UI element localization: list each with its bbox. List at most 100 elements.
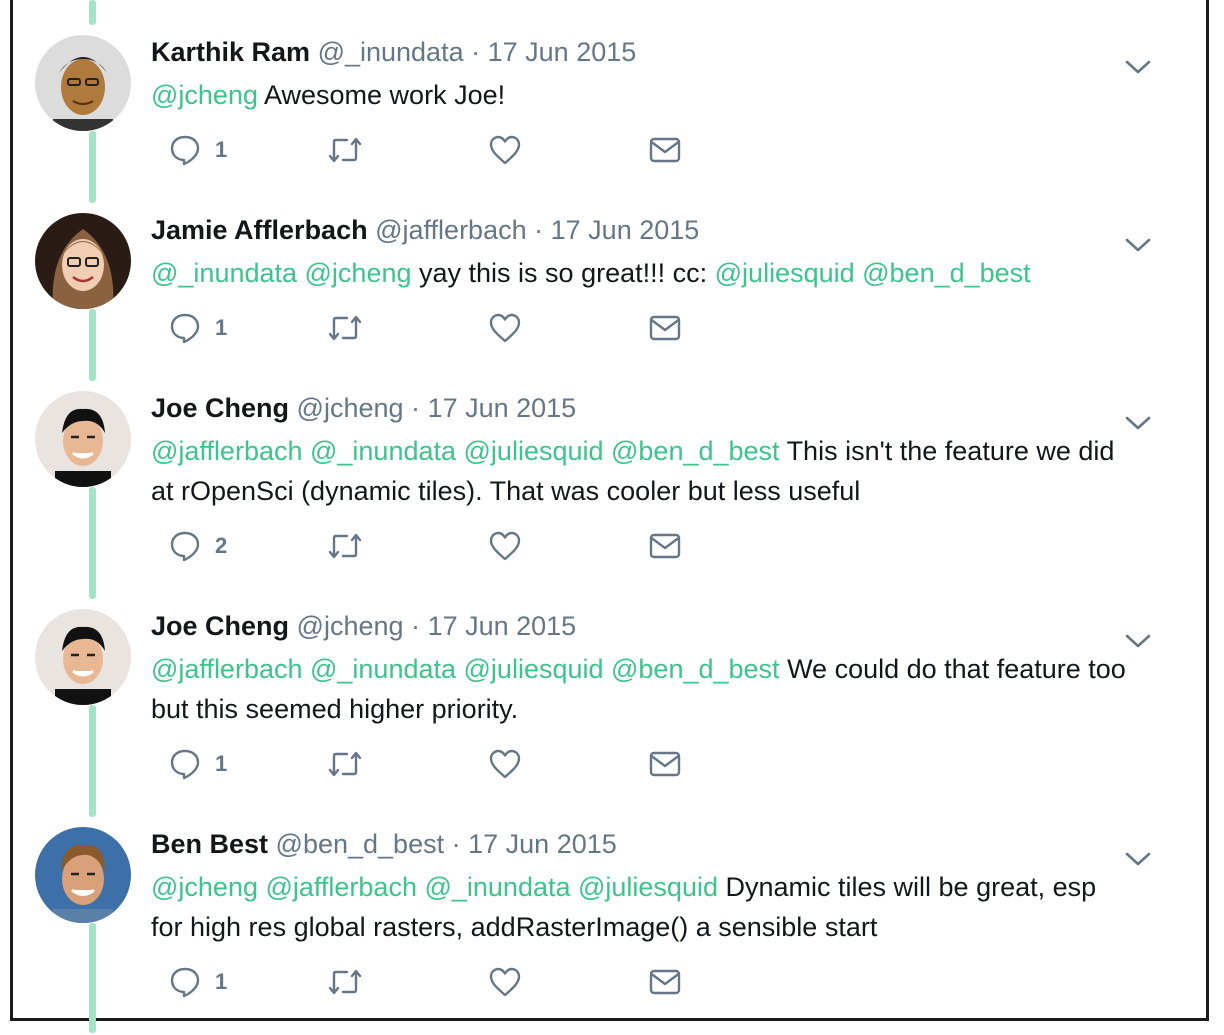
tweet[interactable]: Joe Cheng @jcheng · 17 Jun 2015 @jaffler… — [13, 381, 1212, 599]
retweet-button[interactable] — [327, 526, 363, 566]
reply-button[interactable]: 2 — [169, 526, 227, 566]
author-handle[interactable]: @jcheng — [297, 393, 404, 423]
like-button[interactable] — [488, 744, 522, 784]
tweet-text: @jcheng Awesome work Joe! — [151, 75, 1161, 115]
mention-links[interactable]: @juliesquid @ben_d_best — [715, 258, 1031, 288]
tweet[interactable]: Joe Cheng @jcheng · 17 Jun 2015 @jaffler… — [13, 599, 1212, 817]
tweet-body: This isn't the feature we did — [786, 436, 1115, 466]
avatar[interactable] — [35, 391, 131, 487]
reply-button[interactable]: 1 — [169, 744, 227, 784]
direct-message-button[interactable] — [649, 526, 681, 566]
author-name[interactable]: Karthik Ram — [151, 37, 310, 67]
tweet[interactable]: Ben Best @ben_d_best · 17 Jun 2015 @jche… — [13, 817, 1212, 1035]
mention-links[interactable]: @_inundata @jcheng — [151, 258, 412, 288]
author-handle[interactable]: @jafflerbach — [375, 215, 527, 245]
tweet-date[interactable]: 17 Jun 2015 — [488, 37, 637, 67]
avatar[interactable] — [35, 213, 131, 309]
tweet-header: Joe Cheng @jcheng · 17 Jun 2015 — [151, 609, 576, 643]
chevron-down-icon[interactable] — [1125, 59, 1151, 75]
retweet-icon — [328, 533, 362, 559]
retweet-button[interactable] — [327, 130, 363, 170]
tweet-header: Joe Cheng @jcheng · 17 Jun 2015 — [151, 391, 576, 425]
reply-button[interactable]: 1 — [169, 308, 227, 348]
retweet-icon — [328, 315, 362, 341]
retweet-button[interactable] — [327, 308, 363, 348]
reply-icon — [170, 749, 200, 780]
chevron-down-icon[interactable] — [1125, 851, 1151, 867]
direct-message-button[interactable] — [649, 308, 681, 348]
like-button[interactable] — [488, 130, 522, 170]
avatar[interactable] — [35, 35, 131, 131]
mention-links[interactable]: @jafflerbach @_inundata @juliesquid @ben… — [151, 654, 780, 684]
author-name[interactable]: Ben Best — [151, 829, 268, 859]
separator: · — [411, 393, 421, 423]
author-handle[interactable]: @ben_d_best — [276, 829, 445, 859]
like-button[interactable] — [488, 962, 522, 1002]
separator: · — [534, 215, 544, 245]
mail-icon — [649, 969, 681, 995]
tweet-header: Karthik Ram @_inundata · 17 Jun 2015 — [151, 35, 636, 69]
mail-icon — [649, 533, 681, 559]
reply-icon — [170, 531, 200, 562]
author-handle[interactable]: @jcheng — [297, 611, 404, 641]
separator: · — [471, 37, 481, 67]
reply-button[interactable]: 1 — [169, 130, 227, 170]
heart-icon — [489, 967, 521, 997]
retweet-icon — [328, 137, 362, 163]
reply-button[interactable]: 1 — [169, 962, 227, 1002]
author-name[interactable]: Jamie Afflerbach — [151, 215, 368, 245]
heart-icon — [489, 313, 521, 343]
tweet-body-line2: at rOpenSci (dynamic tiles). That was co… — [151, 476, 861, 506]
retweet-button[interactable] — [327, 962, 363, 1002]
like-button[interactable] — [488, 526, 522, 566]
author-name[interactable]: Joe Cheng — [151, 393, 289, 423]
tweet-header: Jamie Afflerbach @jafflerbach · 17 Jun 2… — [151, 213, 699, 247]
retweet-button[interactable] — [327, 744, 363, 784]
avatar[interactable] — [35, 609, 131, 705]
retweet-icon — [328, 751, 362, 777]
reply-count: 1 — [215, 969, 228, 994]
heart-icon — [489, 749, 521, 779]
tweet-body: yay this is so great!!! cc: — [419, 258, 708, 288]
author-handle[interactable]: @_inundata — [318, 37, 464, 67]
tweet-text: @jcheng @jafflerbach @_inundata @juliesq… — [151, 867, 1161, 947]
mail-icon — [649, 315, 681, 341]
tweet-text: @_inundata @jcheng yay this is so great!… — [151, 253, 1161, 293]
tweet-date[interactable]: 17 Jun 2015 — [551, 215, 700, 245]
reply-count: 2 — [215, 533, 228, 558]
reply-count: 1 — [215, 137, 228, 162]
reply-count: 1 — [215, 315, 228, 340]
chevron-down-icon[interactable] — [1125, 237, 1151, 253]
thread-line — [89, 0, 96, 25]
reply-icon — [170, 313, 200, 344]
reply-count: 1 — [215, 751, 228, 776]
tweet-date[interactable]: 17 Jun 2015 — [468, 829, 617, 859]
tweet-text: @jafflerbach @_inundata @juliesquid @ben… — [151, 431, 1161, 511]
reply-icon — [170, 967, 200, 998]
heart-icon — [489, 531, 521, 561]
chevron-down-icon[interactable] — [1125, 415, 1151, 431]
mail-icon — [649, 137, 681, 163]
separator: · — [411, 611, 421, 641]
heart-icon — [489, 135, 521, 165]
retweet-icon — [328, 969, 362, 995]
tweet-body: Awesome work Joe! — [264, 80, 506, 110]
avatar[interactable] — [35, 827, 131, 923]
tweet-body-line2: for high res global rasters, addRasterIm… — [151, 912, 878, 942]
mention-links[interactable]: @jcheng @jafflerbach @_inundata @juliesq… — [151, 872, 718, 902]
direct-message-button[interactable] — [649, 130, 681, 170]
mention-links[interactable]: @jcheng — [151, 80, 258, 110]
direct-message-button[interactable] — [649, 744, 681, 784]
tweet-date[interactable]: 17 Jun 2015 — [428, 393, 577, 423]
direct-message-button[interactable] — [649, 962, 681, 1002]
tweet-body: Dynamic tiles will be great, esp — [725, 872, 1097, 902]
tweet-date[interactable]: 17 Jun 2015 — [428, 611, 577, 641]
like-button[interactable] — [488, 308, 522, 348]
conversation-thread: Karthik Ram @_inundata · 17 Jun 2015 @jc… — [10, 0, 1212, 1033]
tweet-header: Ben Best @ben_d_best · 17 Jun 2015 — [151, 827, 617, 861]
mention-links[interactable]: @jafflerbach @_inundata @juliesquid @ben… — [151, 436, 780, 466]
chevron-down-icon[interactable] — [1125, 633, 1151, 649]
reply-icon — [170, 135, 200, 166]
author-name[interactable]: Joe Cheng — [151, 611, 289, 641]
tweet-body-line2: but this seemed higher priority. — [151, 694, 519, 724]
